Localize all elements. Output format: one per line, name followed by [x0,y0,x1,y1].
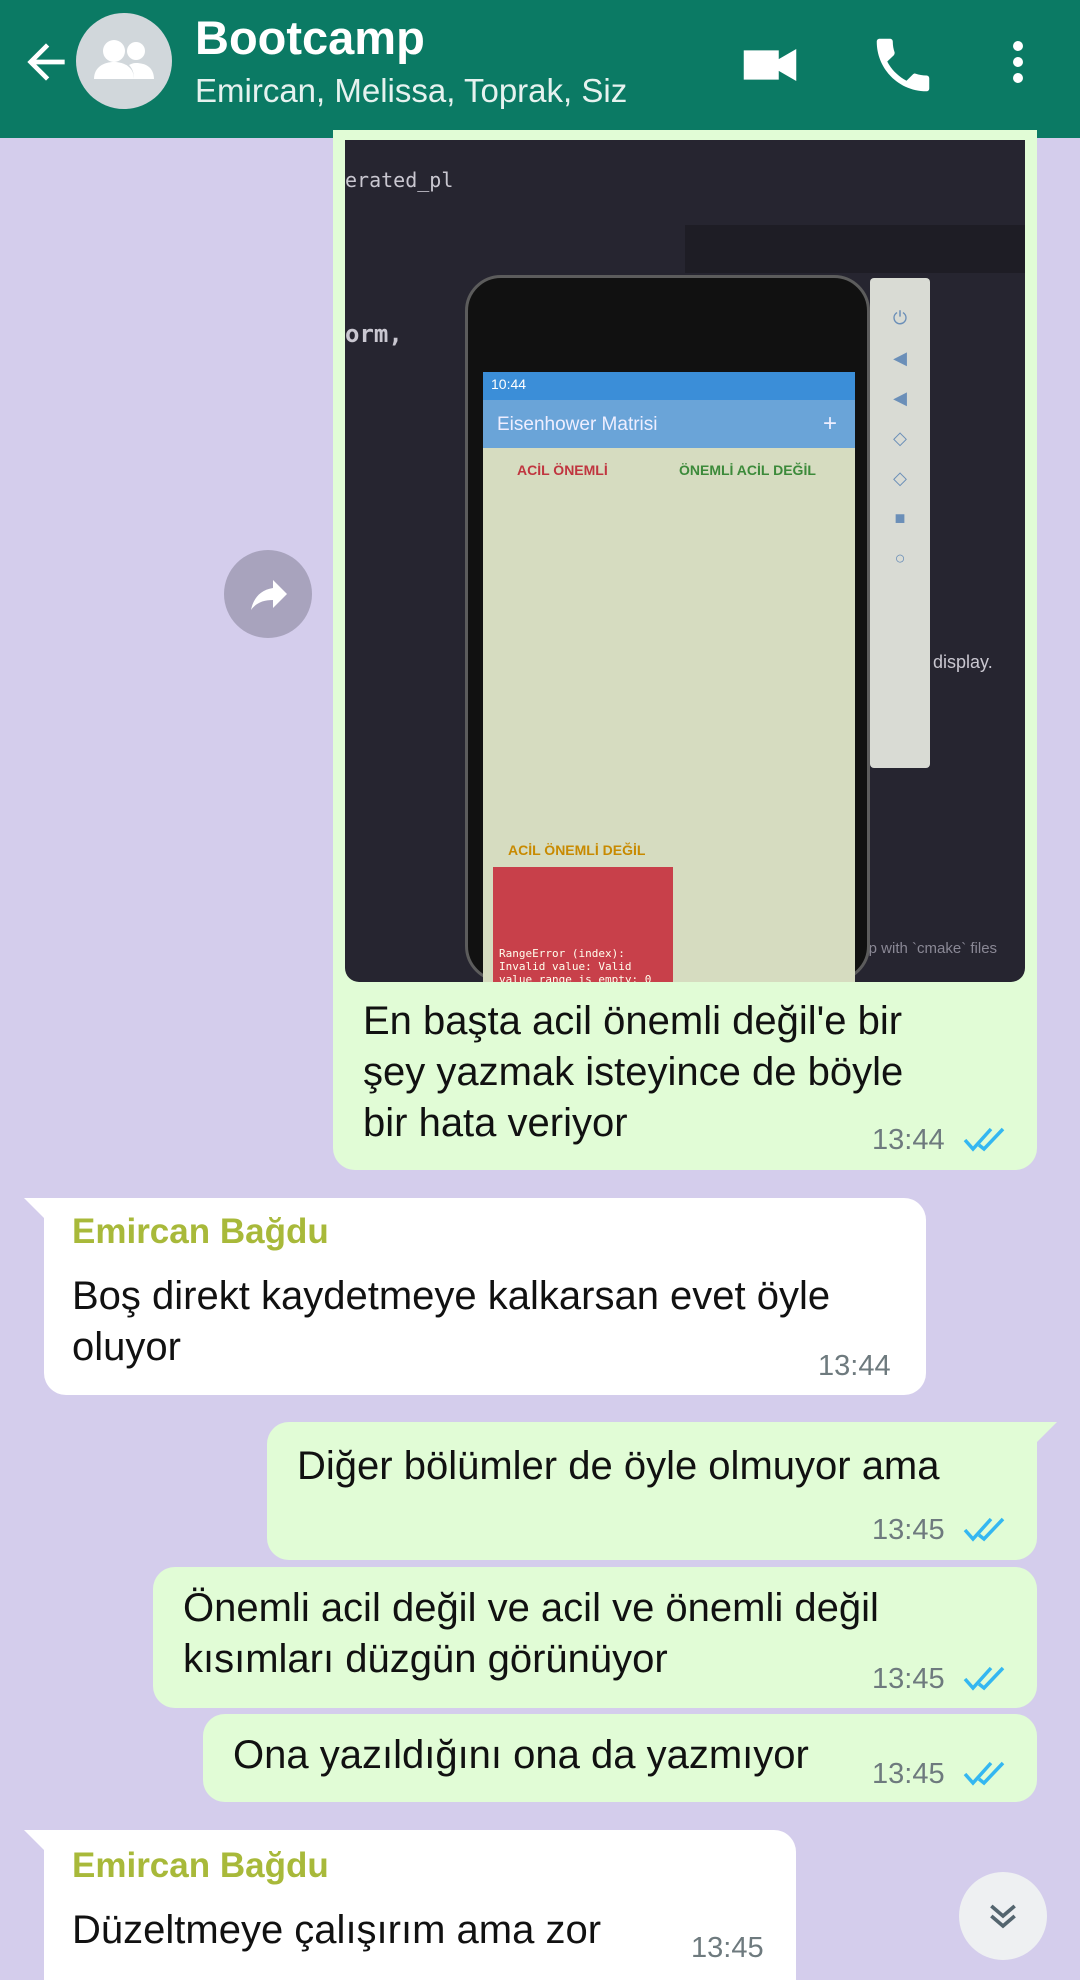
message-line: oluyor [72,1325,181,1369]
message-text: Önemli acil değil ve acil ve önemli deği… [183,1583,879,1685]
ide-cmake-text: elp with `cmake` files [857,940,998,957]
bubble-tail [24,1830,48,1854]
phone-screen: 10:44 Eisenhower Matrisi + ACİL ÖNEMLİ Ö… [483,372,855,982]
message-time: 13:45 [691,1932,764,1964]
quadrant-acil-onemli-degil: ACİL ÖNEMLİ DEĞİL [508,842,646,858]
double-check-icon [963,1517,1005,1542]
video-call-icon[interactable] [735,30,805,100]
add-icon: + [822,410,837,437]
double-check-icon [963,1761,1005,1786]
power-icon: ⏻ [892,308,908,328]
chat-header: Bootcamp Emircan, Melissa, Toprak, Siz [0,0,1080,138]
message-time: 13:45 [872,1758,945,1790]
app-title: Eisenhower Matrisi [497,414,658,435]
message-line: Boş direkt kaydetmeye kalkarsan evet öyl… [72,1274,831,1318]
back-arrow-icon[interactable] [18,34,74,90]
volume-up-icon: ◀ [893,348,907,368]
ide-code-fragment: orm, [345,320,403,348]
quadrant-acil-onemli: ACİL ÖNEMLİ [517,462,608,478]
phone-status-bar: 10:44 [483,372,855,400]
message-time: 13:45 [872,1514,945,1546]
scroll-down-icon [990,1904,1016,1929]
message-time: 13:44 [872,1124,945,1156]
message-text: Düzeltmeye çalışırım ama zor [72,1908,602,1952]
message-text: Boş direkt kaydetmeye kalkarsan evet öyl… [72,1271,830,1373]
message-text: Ona yazıldığını ona da yazmıyor [233,1733,809,1777]
message-line: Önemli acil değil ve acil ve önemli deği… [183,1586,879,1630]
rotate-icon: ◇ [893,428,907,448]
message-line: kısımları düzgün görünüyor [183,1637,668,1681]
sender-name[interactable]: Emircan Bağdu [72,1212,329,1252]
double-check-icon [963,1127,1005,1152]
ide-debug-toolbar [685,225,1025,273]
message-photo[interactable]: erated_pl orm, display. elp with `cmake`… [345,140,1025,982]
chat-title[interactable]: Bootcamp [195,10,425,65]
zoom-icon: ○ [894,548,906,568]
message-text: En başta acil önemli değil'e bir şey yaz… [363,996,903,1149]
error-widget: RangeError (index): Invalid value: Valid… [493,867,673,982]
more-vert-icon[interactable] [985,30,1035,100]
volume-down-icon: ◀ [893,388,907,408]
sender-name[interactable]: Emircan Bağdu [72,1846,329,1886]
emulator-side-panel: ⏻ ◀ ◀ ◇ ◇ ■ ○ [870,278,930,768]
camera-icon: ■ [894,508,906,528]
error-text: RangeError (index): Invalid value: Valid… [499,947,652,982]
message-line: bir hata veriyor [363,1101,628,1145]
rotate-right-icon: ◇ [893,468,907,488]
message-line: şey yazmak isteyince de böyle [363,1050,904,1094]
double-check-icon [963,1666,1005,1691]
quadrant-onemli-acil-degil: ÖNEMLİ ACİL DEĞİL [679,462,816,478]
ide-tab-label: erated_pl [345,168,454,192]
scroll-to-bottom-button[interactable] [959,1872,1047,1960]
bubble-tail [1037,1422,1057,1442]
phone-icon[interactable] [868,30,938,100]
app-bar: Eisenhower Matrisi + [483,400,855,448]
message-line: En başta acil önemli değil'e bir [363,999,903,1043]
forward-button[interactable] [224,550,312,638]
message-time: 13:44 [818,1350,891,1382]
message-text: Diğer bölümler de öyle olmuyor ama [297,1444,940,1488]
group-avatar-icon[interactable] [76,13,172,109]
message-time: 13:45 [872,1663,945,1695]
chat-participants[interactable]: Emircan, Melissa, Toprak, Siz [195,72,627,110]
ide-display-text: display. [933,652,993,672]
bubble-tail [24,1198,48,1222]
forward-icon [251,580,287,610]
